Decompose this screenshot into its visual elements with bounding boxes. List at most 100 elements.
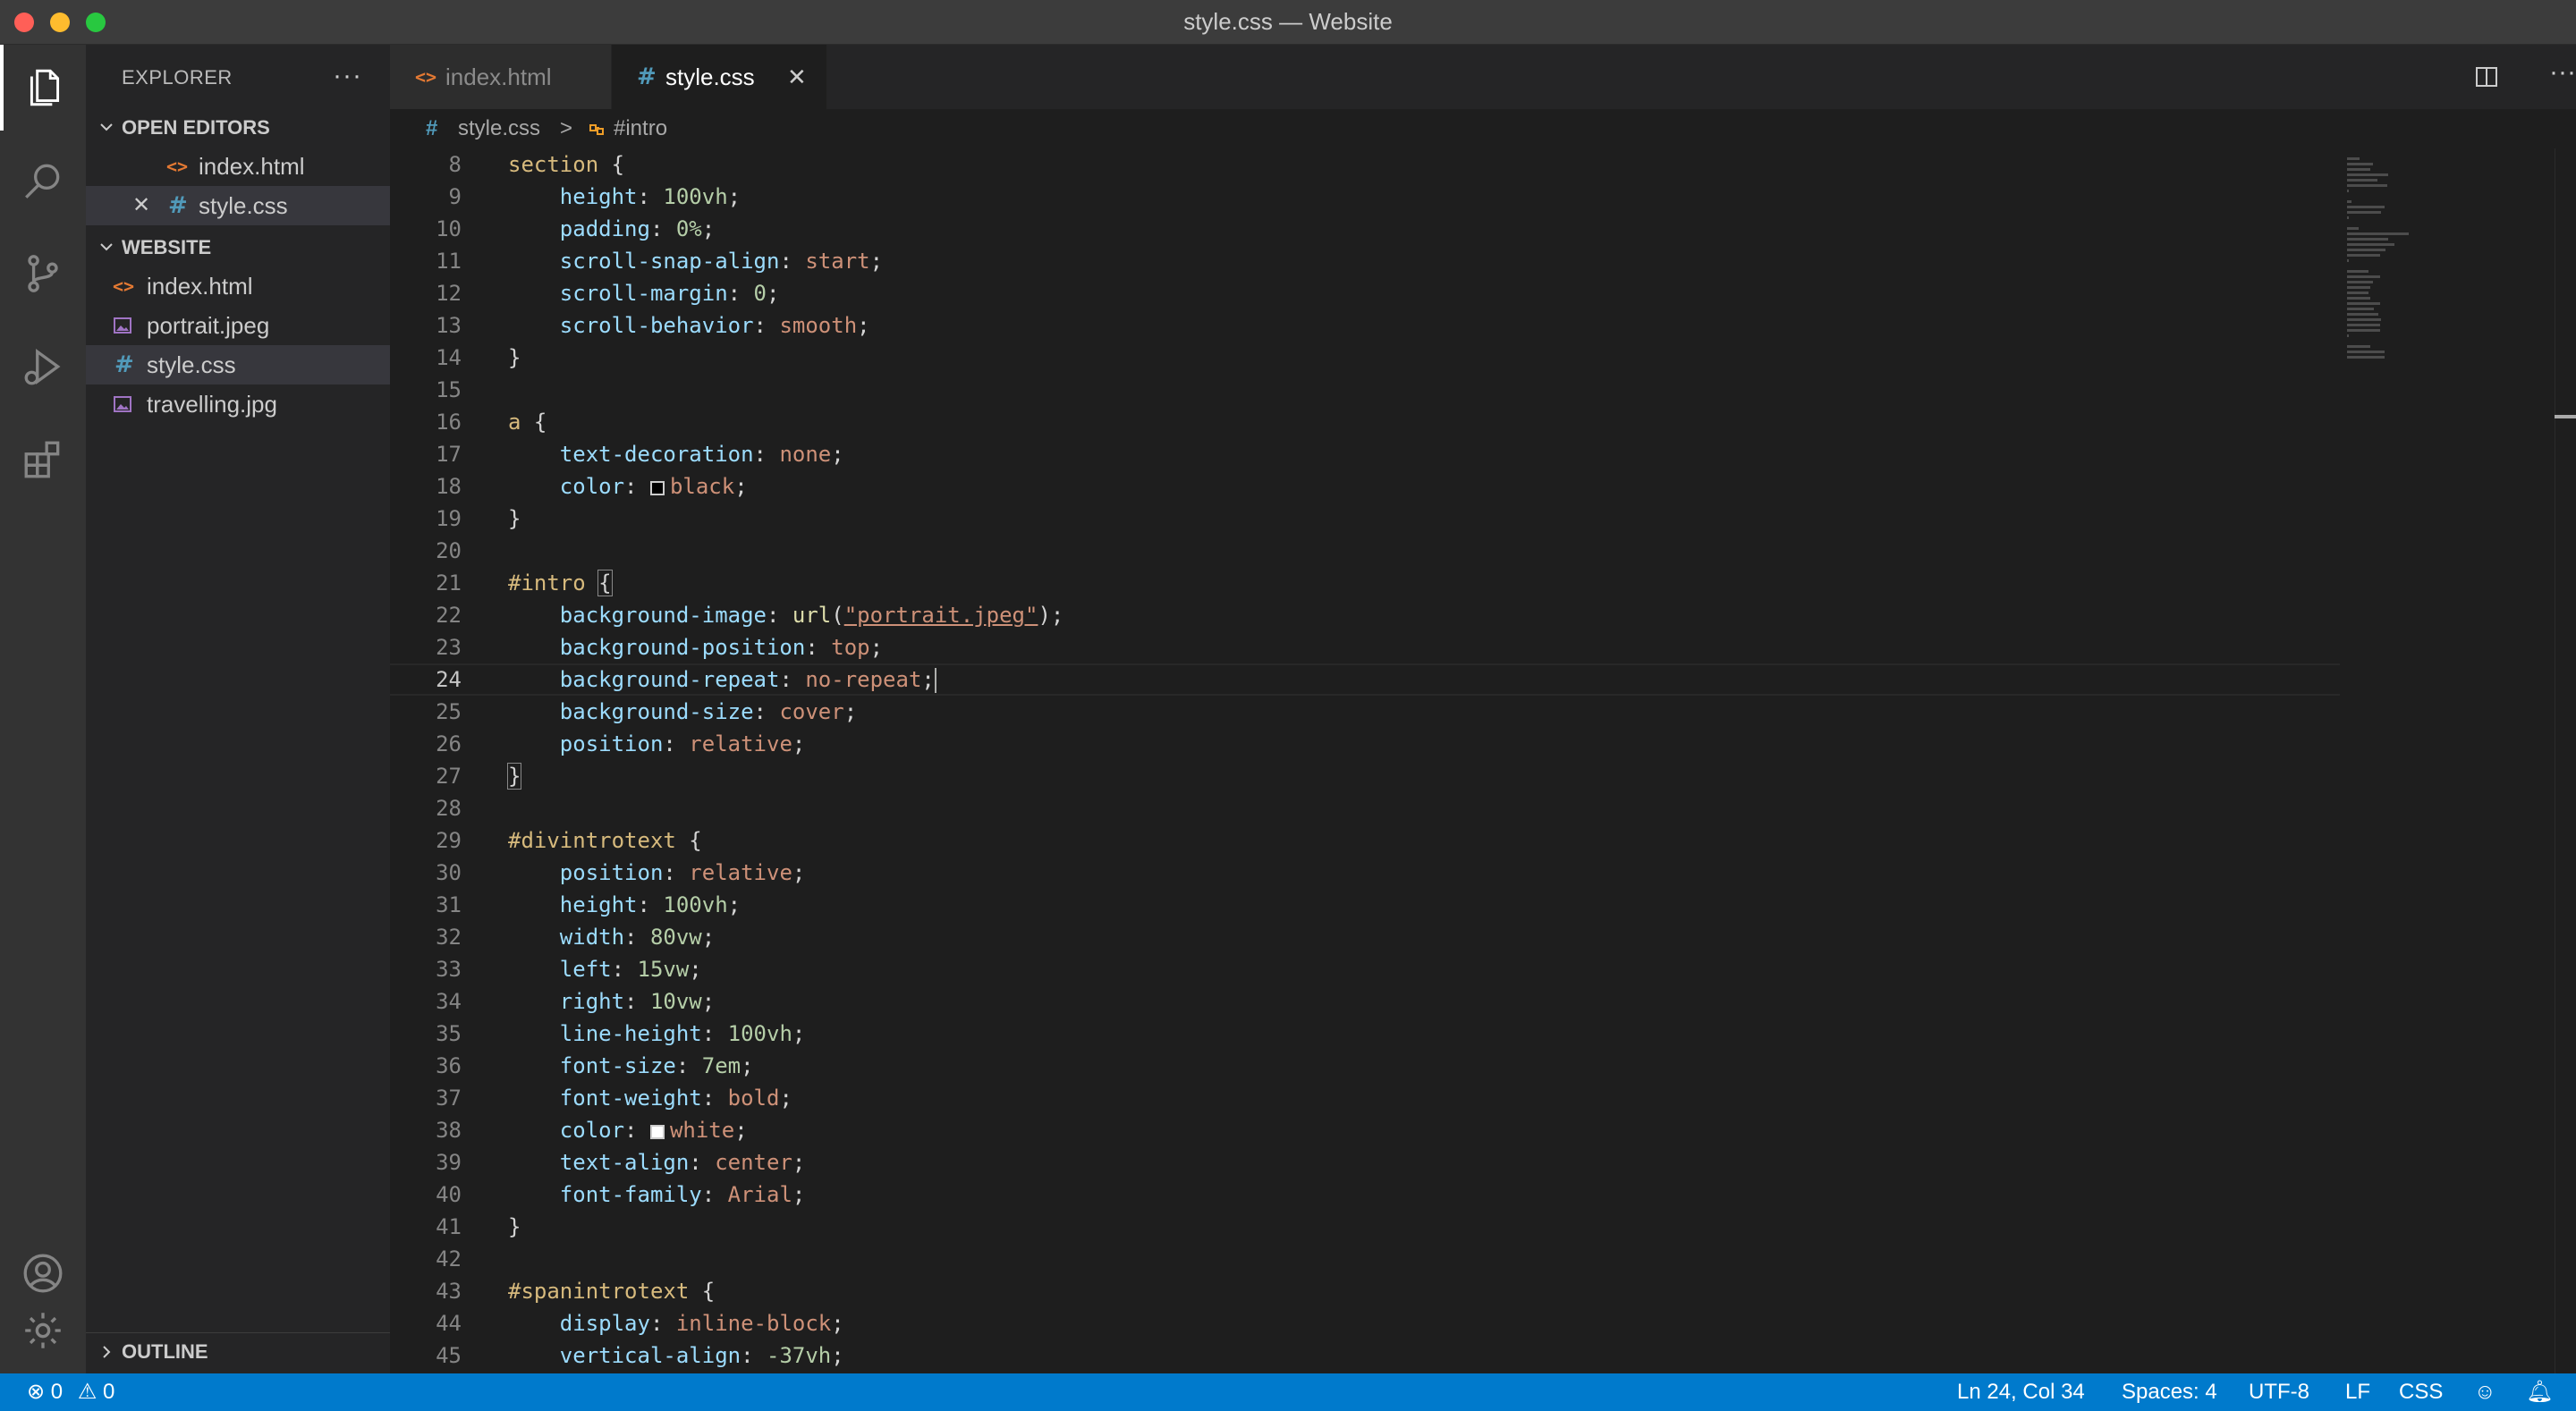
scrollbar-thumb[interactable] — [2555, 415, 2576, 418]
tab-index-html[interactable]: <> index.html — [390, 45, 612, 109]
code-line[interactable]: 42 — [390, 1243, 2340, 1275]
code-line[interactable]: 24 background-repeat: no-repeat; — [390, 663, 2340, 696]
code-token: display — [559, 1311, 650, 1336]
code-line[interactable]: 33 left: 15vw; — [390, 953, 2340, 985]
line-number: 42 — [436, 1246, 462, 1272]
line-number: 28 — [436, 796, 462, 821]
code-token: smooth — [779, 313, 858, 338]
file-item-portrait-jpeg[interactable]: portrait.jpeg — [86, 306, 390, 345]
code-token: top — [831, 635, 870, 660]
code-line[interactable]: 9 height: 100vh; — [390, 181, 2340, 213]
code-line[interactable]: 13 scroll-behavior: smooth; — [390, 309, 2340, 342]
open-editors-header[interactable]: OPEN EDITORS — [86, 109, 390, 147]
code-token: : — [779, 667, 806, 692]
code-line[interactable]: 37 font-weight: bold; — [390, 1082, 2340, 1114]
code-line[interactable]: 21 #intro { — [390, 567, 2340, 599]
code-token: ; — [792, 1021, 806, 1046]
indentation[interactable]: Spaces: 4 — [2122, 1373, 2217, 1411]
breadcrumb-symbol[interactable]: #intro — [614, 109, 667, 148]
split-editor-icon[interactable] — [2474, 64, 2499, 89]
encoding[interactable]: UTF-8 — [2249, 1373, 2309, 1411]
code-line[interactable]: 39 text-align: center; — [390, 1146, 2340, 1179]
breadcrumb-file[interactable]: style.css — [458, 109, 540, 148]
code-token: : — [624, 989, 650, 1014]
file-item-travelling-jpg[interactable]: travelling.jpg — [86, 384, 390, 424]
line-number: 43 — [436, 1279, 462, 1304]
minimap-line — [2347, 345, 2370, 348]
code-line[interactable]: 30 position: relative; — [390, 857, 2340, 889]
code-line[interactable]: 27} — [390, 760, 2340, 792]
notifications-bell-icon[interactable]: 🔔︎ — [2526, 1373, 2553, 1411]
more-actions-icon[interactable]: ··· — [333, 61, 362, 91]
sidebar-header: EXPLORER ··· — [86, 45, 390, 109]
code-line[interactable]: 11 scroll-snap-align: start; — [390, 245, 2340, 277]
cursor-position[interactable]: Ln 24, Col 34 — [1957, 1373, 2085, 1411]
code-line[interactable]: 25 background-size: cover; — [390, 696, 2340, 728]
gear-icon — [25, 1313, 61, 1348]
file-item-style-css[interactable]: # style.css — [86, 345, 390, 384]
end-of-line[interactable]: LF — [2345, 1373, 2370, 1411]
website-folder-header[interactable]: WEBSITE — [86, 229, 390, 266]
code-line[interactable]: 20 — [390, 535, 2340, 567]
code-line[interactable]: 22 background-image: url("portrait.jpeg"… — [390, 599, 2340, 631]
line-number: 9 — [448, 184, 462, 209]
code-line[interactable]: 19} — [390, 503, 2340, 535]
code-token: scroll-snap-align — [559, 249, 780, 274]
code-text: line-height: 100vh; — [508, 1018, 806, 1050]
code-line[interactable]: 26 position: relative; — [390, 728, 2340, 760]
code-line[interactable]: 18 color: black; — [390, 470, 2340, 503]
code-line[interactable]: 36 font-size: 7em; — [390, 1050, 2340, 1082]
close-icon[interactable]: ✕ — [132, 186, 150, 225]
code-line[interactable]: 14} — [390, 342, 2340, 374]
code-line[interactable]: 40 font-family: Arial; — [390, 1179, 2340, 1211]
color-swatch[interactable] — [649, 481, 665, 495]
code-token: : — [637, 184, 664, 209]
code-text: #divintrotext { — [508, 824, 702, 857]
minimap-line — [2347, 270, 2368, 273]
color-swatch[interactable] — [649, 1125, 665, 1139]
code-line[interactable]: 34 right: 10vw; — [390, 985, 2340, 1018]
open-editor-item-style-css[interactable]: ✕ # style.css — [86, 186, 390, 225]
tab-style-css[interactable]: # style.css ✕ — [612, 45, 826, 109]
code-line[interactable]: 10 padding: 0%; — [390, 213, 2340, 245]
code-line[interactable]: 16 a { — [390, 406, 2340, 438]
code-token: section — [508, 152, 599, 177]
code-editor[interactable]: 8 section {9 height: 100vh; 10 padding: 0%… — [390, 148, 2576, 1373]
open-editor-item-index-html[interactable]: <> index.html — [86, 147, 390, 186]
explorer-activity-button[interactable] — [0, 45, 86, 131]
source-control-activity-button[interactable] — [0, 231, 86, 317]
feedback-icon[interactable]: ☺ — [2474, 1373, 2496, 1411]
code-line[interactable]: 29 #divintrotext { — [390, 824, 2340, 857]
minimap[interactable] — [2340, 148, 2555, 417]
problems-indicator[interactable]: ⊗ 0 ⚠ 0 — [27, 1373, 114, 1411]
code-line[interactable]: 15 — [390, 374, 2340, 406]
close-icon[interactable]: ✕ — [787, 45, 807, 109]
file-item-index-html[interactable]: <> index.html — [86, 266, 390, 306]
outline-header[interactable]: OUTLINE — [86, 1332, 390, 1371]
code-line[interactable]: 23 background-position: top; — [390, 631, 2340, 663]
code-text: vertical-align: -37vh; — [508, 1339, 844, 1372]
code-line[interactable]: 17 text-decoration: none; — [390, 438, 2340, 470]
code-line[interactable]: 12 scroll-margin: 0; — [390, 277, 2340, 309]
code-line[interactable]: 32 width: 80vw; — [390, 921, 2340, 953]
code-line[interactable]: 31 height: 100vh; — [390, 889, 2340, 921]
code-line[interactable]: 38 color: white; — [390, 1114, 2340, 1146]
extensions-activity-button[interactable] — [0, 417, 86, 503]
manage-activity-button[interactable] — [0, 1288, 86, 1373]
code-line[interactable]: 45 vertical-align: -37vh; — [390, 1339, 2340, 1372]
run-debug-activity-button[interactable] — [0, 324, 86, 410]
more-actions-icon[interactable]: ··· — [2549, 57, 2576, 88]
code-line[interactable]: 28 — [390, 792, 2340, 824]
code-token: : — [779, 249, 806, 274]
editor-tab-bar: <> index.html # style.css ✕ ··· — [390, 45, 2576, 109]
code-line[interactable]: 35 line-height: 100vh; — [390, 1018, 2340, 1050]
search-activity-button[interactable] — [0, 138, 86, 224]
line-number: 44 — [436, 1311, 462, 1336]
code-line[interactable]: 41} — [390, 1211, 2340, 1243]
code-line[interactable]: 8 section { — [390, 148, 2340, 181]
language-mode[interactable]: CSS — [2399, 1373, 2443, 1411]
code-line[interactable]: 44 display: inline-block; — [390, 1307, 2340, 1339]
code-line[interactable]: 43 #spanintrotext { — [390, 1275, 2340, 1307]
